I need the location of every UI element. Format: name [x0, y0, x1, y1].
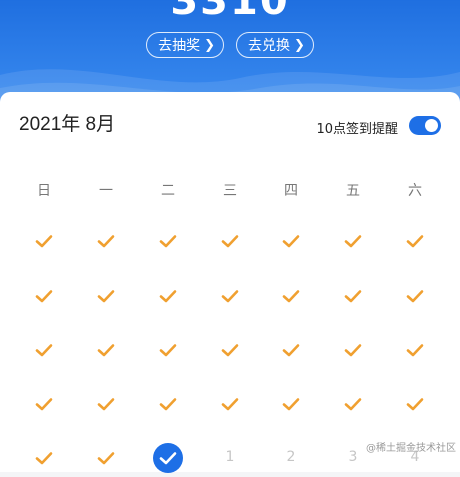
sign-in-calendar-card: 2021年 8月 10点签到提醒 日一二三四五六1234 [0, 92, 460, 473]
header-actions: 去抽奖 ❯ 去兑换 ❯ [0, 32, 460, 58]
lottery-button[interactable]: 去抽奖 ❯ [146, 32, 224, 58]
signed-day-check-icon [215, 226, 245, 256]
reminder-toggle[interactable] [409, 116, 441, 135]
signed-day-check-icon [153, 226, 183, 256]
chevron-right-icon: ❯ [204, 37, 215, 53]
signed-day-check-icon [400, 335, 430, 365]
weekday-label: 五 [346, 183, 360, 199]
signed-day-check-icon [215, 389, 245, 419]
calendar-month-title: 2021年 8月 [19, 114, 116, 135]
chevron-right-icon: ❯ [294, 37, 305, 53]
signed-day-check-icon [153, 335, 183, 365]
redeem-button-label: 去兑换 [248, 38, 290, 54]
signed-day-check-icon [215, 281, 245, 311]
signed-day-check-icon [153, 389, 183, 419]
signed-day-check-icon [338, 281, 368, 311]
signed-day-check-icon [91, 335, 121, 365]
signed-day-check-icon [91, 443, 121, 473]
watermark: @稀土掘金技术社区 [366, 443, 456, 454]
future-day-number: 2 [286, 449, 296, 465]
future-day-number: 3 [348, 449, 358, 465]
signed-day-check-icon [338, 226, 368, 256]
weekday-label: 一 [99, 183, 113, 199]
signed-day-check-icon [29, 389, 59, 419]
signed-day-check-icon [29, 443, 59, 473]
points-balance: 3310 [170, 0, 290, 24]
weekday-label: 四 [284, 183, 298, 199]
signed-day-check-icon [400, 226, 430, 256]
lottery-button-label: 去抽奖 [158, 38, 201, 54]
signed-day-check-icon [400, 389, 430, 419]
reminder-label: 10点签到提醒 [316, 122, 398, 137]
signed-day-check-icon [29, 335, 59, 365]
signed-day-check-icon [153, 281, 183, 311]
signed-day-check-icon [338, 389, 368, 419]
signed-day-check-icon [29, 281, 59, 311]
signed-day-check-icon [91, 226, 121, 256]
weekday-label: 日 [37, 183, 51, 199]
signed-day-check-icon [276, 335, 306, 365]
signed-day-check-icon [338, 335, 368, 365]
signed-day-check-icon [215, 335, 245, 365]
weekday-label: 三 [223, 183, 237, 199]
signed-day-check-icon [29, 226, 59, 256]
signed-day-check-icon [91, 281, 121, 311]
signed-day-check-icon [276, 281, 306, 311]
weekday-label: 六 [408, 183, 422, 199]
signed-day-check-icon [91, 389, 121, 419]
signed-day-check-icon [400, 281, 430, 311]
signed-day-check-icon [276, 226, 306, 256]
today-signed-check-icon[interactable] [153, 443, 183, 473]
redeem-button[interactable]: 去兑换 ❯ [236, 32, 314, 58]
toggle-knob [425, 119, 438, 132]
signed-day-check-icon [276, 389, 306, 419]
future-day-number: 1 [225, 449, 235, 465]
weekday-label: 二 [161, 183, 175, 199]
